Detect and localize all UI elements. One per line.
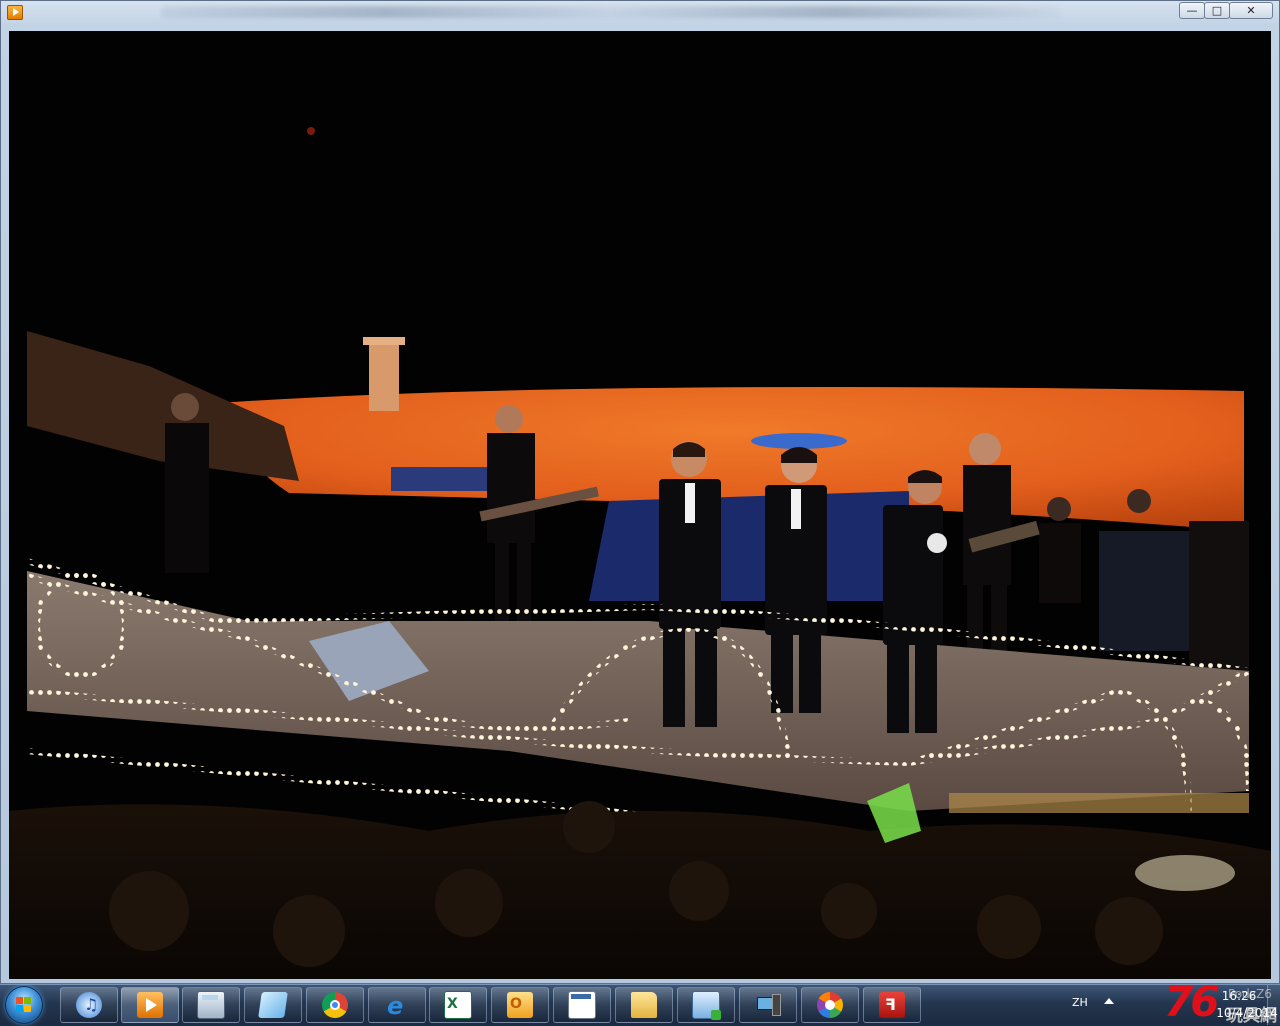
folder-icon [631, 992, 657, 1018]
taskbar-chrome[interactable] [306, 987, 364, 1023]
window-icon [568, 991, 596, 1019]
media-player-window: — □ ✕ [0, 0, 1280, 984]
taskbar-window-app[interactable] [553, 987, 611, 1023]
taskbar-media-player[interactable] [121, 987, 179, 1023]
taskbar-acrobat[interactable]: ꟻ [863, 987, 921, 1023]
blue-table [751, 433, 847, 449]
taskbar-outlook[interactable]: O [491, 987, 549, 1023]
media-player-icon [137, 992, 163, 1018]
show-hidden-icons-icon[interactable] [1104, 998, 1114, 1004]
ie-icon: e [387, 992, 404, 1020]
taskbar-explorer[interactable] [615, 987, 673, 1023]
podium [369, 341, 399, 411]
taskbar-excel[interactable]: X [429, 987, 487, 1023]
remote-desktop-icon [692, 991, 721, 1020]
audience [9, 804, 1271, 979]
concert-scene [9, 31, 1271, 979]
taskbar-itunes[interactable]: ♫ [60, 987, 118, 1023]
taskbar: ♫ e X O ꟻ ZH 76 PodzZ6 玩具網 16:26 10/4/20… [0, 977, 1280, 1026]
chrome-icon [322, 992, 348, 1018]
floor-light-cluster [1135, 855, 1235, 891]
media-player-app-icon[interactable] [7, 5, 23, 20]
podium-top [363, 337, 405, 345]
language-indicator[interactable]: ZH [1072, 996, 1088, 1009]
keyboard [391, 467, 501, 491]
calculator-icon [197, 991, 225, 1019]
watermark-logo: 76 [1164, 977, 1219, 1026]
title-bar[interactable]: — □ ✕ [1, 1, 1279, 25]
picasa-icon [817, 992, 843, 1018]
show-desktop-button[interactable] [1267, 985, 1280, 1025]
excel-icon: X [444, 991, 472, 1019]
taskbar-notepad[interactable] [244, 987, 302, 1023]
maximize-button[interactable]: □ [1204, 2, 1230, 19]
red-light-dot [307, 127, 315, 135]
taskbar-calculator[interactable] [182, 987, 240, 1023]
taskbar-device-manager[interactable] [739, 987, 797, 1023]
notepad-icon [258, 992, 288, 1018]
acrobat-icon: ꟻ [879, 992, 905, 1018]
start-button[interactable] [6, 987, 42, 1023]
taskbar-picasa[interactable] [801, 987, 859, 1023]
video-frame[interactable] [9, 31, 1271, 979]
itunes-icon: ♫ [76, 992, 102, 1018]
window-controls: — □ ✕ [1179, 2, 1273, 19]
close-button[interactable]: ✕ [1229, 2, 1273, 19]
windows-flag-icon [16, 997, 32, 1013]
minimize-button[interactable]: — [1179, 2, 1205, 19]
title-blur-region [161, 6, 1061, 18]
taskbar-internet-explorer[interactable]: e [368, 987, 426, 1023]
stage-side-light [949, 793, 1249, 813]
blue-drape [589, 491, 909, 601]
taskbar-remote-desktop[interactable] [677, 987, 735, 1023]
outlook-icon: O [507, 992, 533, 1018]
watermark-brand: 76 [1164, 977, 1219, 1026]
clock-time[interactable]: 16:26 [1214, 989, 1264, 1003]
system-tray: ZH 76 PodzZ6 玩具網 16:26 10/4/2014 [1060, 977, 1280, 1026]
device-icon [755, 992, 781, 1018]
